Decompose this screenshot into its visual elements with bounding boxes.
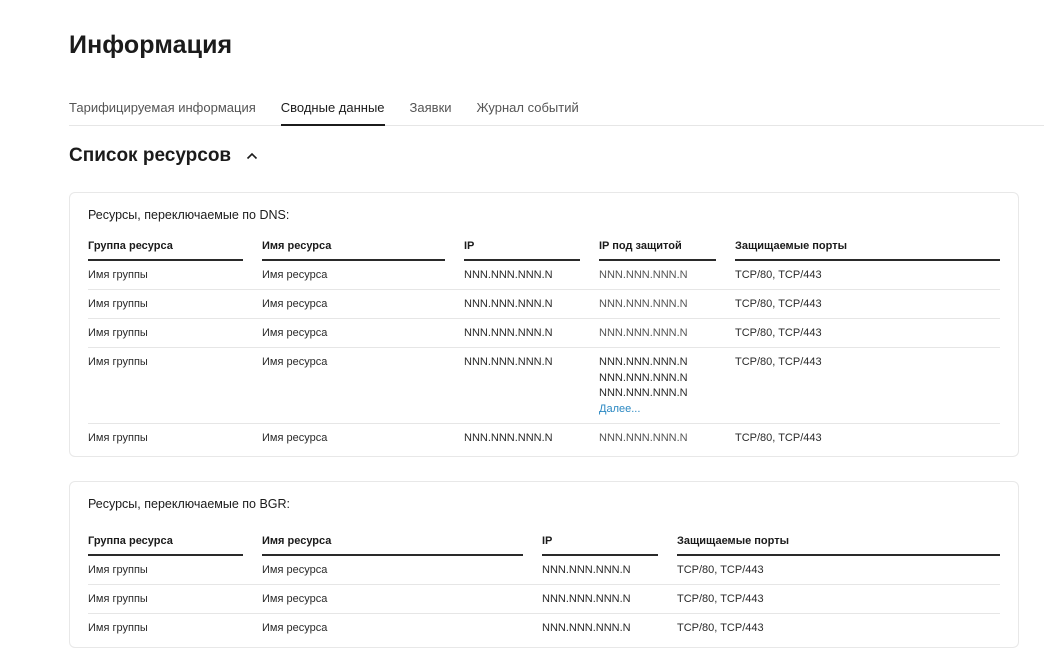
table-row: Имя группы Имя ресурса NNN.NNN.NNN.N NNN… xyxy=(88,261,1000,290)
tab-billing-info[interactable]: Тарифицируемая информация xyxy=(69,98,256,126)
cell-group: Имя группы xyxy=(88,298,148,310)
cell-name: Имя ресурса xyxy=(262,356,328,368)
cell-ip: NNN.NNN.NNN.N xyxy=(542,564,631,576)
section-title: Список ресурсов xyxy=(69,145,232,166)
cell-ip: NNN.NNN.NNN.N xyxy=(542,622,631,634)
cell-ip: NNN.NNN.NNN.N xyxy=(542,593,631,605)
show-more-link[interactable]: Далее... xyxy=(599,402,735,418)
bgr-card-title: Ресурсы, переключаемые по BGR: xyxy=(88,497,291,511)
cell-ports: TCP/80, TCP/443 xyxy=(677,622,764,634)
cell-ip: NNN.NNN.NNN.N xyxy=(464,327,553,339)
table-row: Имя группы Имя ресурса NNN.NNN.NNN.N NNN… xyxy=(88,319,1000,348)
cell-protected-ip: NNN.NNN.NNN.N xyxy=(599,327,688,339)
cell-protected-ip: NNN.NNN.NNN.N xyxy=(599,269,688,281)
cell-ports: TCP/80, TCP/443 xyxy=(735,327,822,339)
cell-protected-ip-list: NNN.NNN.NNN.N NNN.NNN.NNN.N NNN.NNN.NNN.… xyxy=(599,348,735,423)
col-header-ports: Защищаемые порты xyxy=(677,535,1000,556)
cell-name: Имя ресурса xyxy=(262,622,328,634)
tab-bar: Тарифицируемая информация Сводные данные… xyxy=(69,98,1044,126)
table-header-row: Группа ресурса Имя ресурса IP Защищаемые… xyxy=(88,535,1000,556)
col-header-ip: IP xyxy=(464,240,580,261)
protected-ip-value: NNN.NNN.NNN.N xyxy=(599,371,688,384)
protected-ip-value: NNN.NNN.NNN.N xyxy=(599,356,688,368)
page-title: Информация xyxy=(69,31,233,59)
col-header-protected-ip: IP под защитой xyxy=(599,240,716,261)
bgr-resources-card: Ресурсы, переключаемые по BGR: Группа ре… xyxy=(69,481,1019,648)
tab-requests[interactable]: Заявки xyxy=(410,98,452,126)
cell-ip: NNN.NNN.NNN.N xyxy=(464,298,553,310)
cell-ports: TCP/80, TCP/443 xyxy=(735,432,822,444)
cell-name: Имя ресурса xyxy=(262,327,328,339)
tab-event-log[interactable]: Журнал событий xyxy=(477,98,579,126)
col-header-group: Группа ресурса xyxy=(88,240,243,261)
table-row: Имя группы Имя ресурса NNN.NNN.NNN.N TCP… xyxy=(88,614,1000,643)
cell-ports: TCP/80, TCP/443 xyxy=(735,269,822,281)
bgr-table: Группа ресурса Имя ресурса IP Защищаемые… xyxy=(88,535,1000,643)
cell-name: Имя ресурса xyxy=(262,269,328,281)
cell-group: Имя группы xyxy=(88,356,148,368)
cell-group: Имя группы xyxy=(88,622,148,634)
cell-ip: NNN.NNN.NNN.N xyxy=(464,356,553,368)
col-header-name: Имя ресурса xyxy=(262,240,445,261)
cell-ports: TCP/80, TCP/443 xyxy=(735,356,822,368)
table-header-row: Группа ресурса Имя ресурса IP IP под защ… xyxy=(88,240,1000,261)
cell-ports: TCP/80, TCP/443 xyxy=(677,593,764,605)
table-row: Имя группы Имя ресурса NNN.NNN.NNN.N NNN… xyxy=(88,348,1000,424)
cell-group: Имя группы xyxy=(88,269,148,281)
col-header-ports: Защищаемые порты xyxy=(735,240,1000,261)
table-row: Имя группы Имя ресурса NNN.NNN.NNN.N TCP… xyxy=(88,585,1000,614)
cell-group: Имя группы xyxy=(88,327,148,339)
cell-name: Имя ресурса xyxy=(262,564,328,576)
cell-group: Имя группы xyxy=(88,564,148,576)
cell-protected-ip: NNN.NNN.NNN.N xyxy=(599,298,688,310)
cell-protected-ip: NNN.NNN.NNN.N xyxy=(599,432,688,444)
table-row: Имя группы Имя ресурса NNN.NNN.NNN.N NNN… xyxy=(88,424,1000,453)
cell-ports: TCP/80, TCP/443 xyxy=(735,298,822,310)
cell-name: Имя ресурса xyxy=(262,298,328,310)
cell-name: Имя ресурса xyxy=(262,593,328,605)
col-header-ip: IP xyxy=(542,535,658,556)
tab-summary[interactable]: Сводные данные xyxy=(280,98,385,126)
resource-list-header: Список ресурсов xyxy=(69,145,259,167)
dns-table: Группа ресурса Имя ресурса IP IP под защ… xyxy=(88,240,1000,453)
cell-ip: NNN.NNN.NNN.N xyxy=(464,269,553,281)
dns-resources-card: Ресурсы, переключаемые по DNS: Группа ре… xyxy=(69,192,1019,457)
dns-card-title: Ресурсы, переключаемые по DNS: xyxy=(88,208,290,222)
table-row: Имя группы Имя ресурса NNN.NNN.NNN.N TCP… xyxy=(88,556,1000,585)
cell-ports: TCP/80, TCP/443 xyxy=(677,564,764,576)
cell-group: Имя группы xyxy=(88,593,148,605)
table-row: Имя группы Имя ресурса NNN.NNN.NNN.N NNN… xyxy=(88,290,1000,319)
col-header-name: Имя ресурса xyxy=(262,535,523,556)
chevron-up-icon[interactable] xyxy=(245,149,259,163)
protected-ip-value: NNN.NNN.NNN.N xyxy=(599,387,688,399)
cell-group: Имя группы xyxy=(88,432,148,444)
col-header-group: Группа ресурса xyxy=(88,535,243,556)
cell-ip: NNN.NNN.NNN.N xyxy=(464,432,553,444)
cell-name: Имя ресурса xyxy=(262,432,328,444)
